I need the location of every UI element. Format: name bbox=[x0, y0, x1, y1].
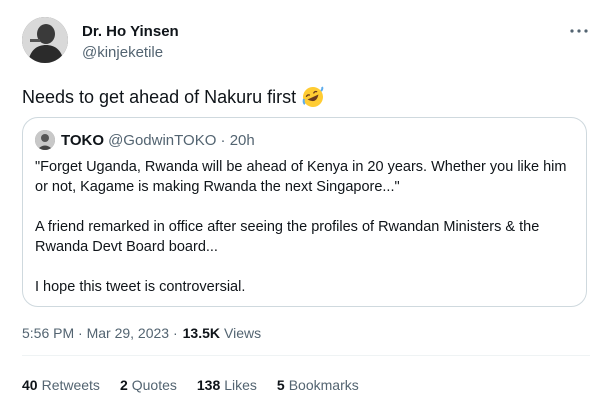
stat-label: Bookmarks bbox=[288, 377, 359, 393]
views-count: 13.5K bbox=[182, 325, 220, 341]
quoted-tweet-card[interactable]: TOKO @GodwinTOKO · 20h "Forget Uganda, R… bbox=[22, 117, 587, 307]
quoted-tweet-header: TOKO @GodwinTOKO · 20h bbox=[35, 130, 255, 150]
avatar-image bbox=[22, 17, 68, 63]
tweet-text-content: Needs to get ahead of Nakuru first bbox=[22, 86, 297, 107]
rolling-on-floor-laughing-icon bbox=[302, 86, 324, 108]
quoted-author-name: TOKO bbox=[61, 131, 105, 149]
avatar[interactable] bbox=[22, 17, 68, 63]
quotes-stat[interactable]: 2 Quotes bbox=[120, 377, 177, 393]
views-label: Views bbox=[224, 325, 262, 341]
stat-count: 2 bbox=[119, 377, 128, 393]
retweets-stat[interactable]: 40 Retweets bbox=[22, 377, 100, 393]
tweet-text: Needs to get ahead of Nakuru first bbox=[22, 86, 324, 108]
divider bbox=[22, 355, 590, 356]
quoted-paragraph: "Forget Uganda, Rwanda will be ahead of … bbox=[35, 159, 567, 195]
author-handle[interactable]: @kinjeketile bbox=[82, 44, 163, 61]
author-name[interactable]: Dr. Ho Yinsen bbox=[82, 23, 179, 40]
more-options-icon[interactable] bbox=[568, 24, 590, 38]
stat-label: Likes bbox=[224, 377, 257, 393]
stat-label: Retweets bbox=[41, 377, 100, 393]
engagement-stats: 40 Retweets 2 Quotes 138 Likes 5 Bookmar… bbox=[22, 377, 379, 393]
stat-count: 5 bbox=[276, 377, 285, 393]
quoted-tweet-body: "Forget Uganda, Rwanda will be ahead of … bbox=[35, 157, 580, 317]
quoted-paragraph: A friend remarked in office after seeing… bbox=[35, 219, 540, 255]
tweet-timestamp: 5:56 PM · Mar 29, 2023 · 13.5K Views bbox=[22, 325, 261, 341]
quoted-author-meta: @GodwinTOKO · 20h bbox=[108, 131, 255, 149]
stat-label: Quotes bbox=[131, 377, 177, 393]
quoted-paragraph: I hope this tweet is controversial. bbox=[35, 279, 246, 295]
quoted-avatar bbox=[35, 130, 55, 150]
likes-stat[interactable]: 138 Likes bbox=[197, 377, 257, 393]
bookmarks-stat[interactable]: 5 Bookmarks bbox=[277, 377, 359, 393]
stat-count: 138 bbox=[196, 377, 221, 393]
stat-count: 40 bbox=[22, 377, 38, 393]
timestamp-text[interactable]: 5:56 PM · Mar 29, 2023 · bbox=[22, 325, 178, 341]
